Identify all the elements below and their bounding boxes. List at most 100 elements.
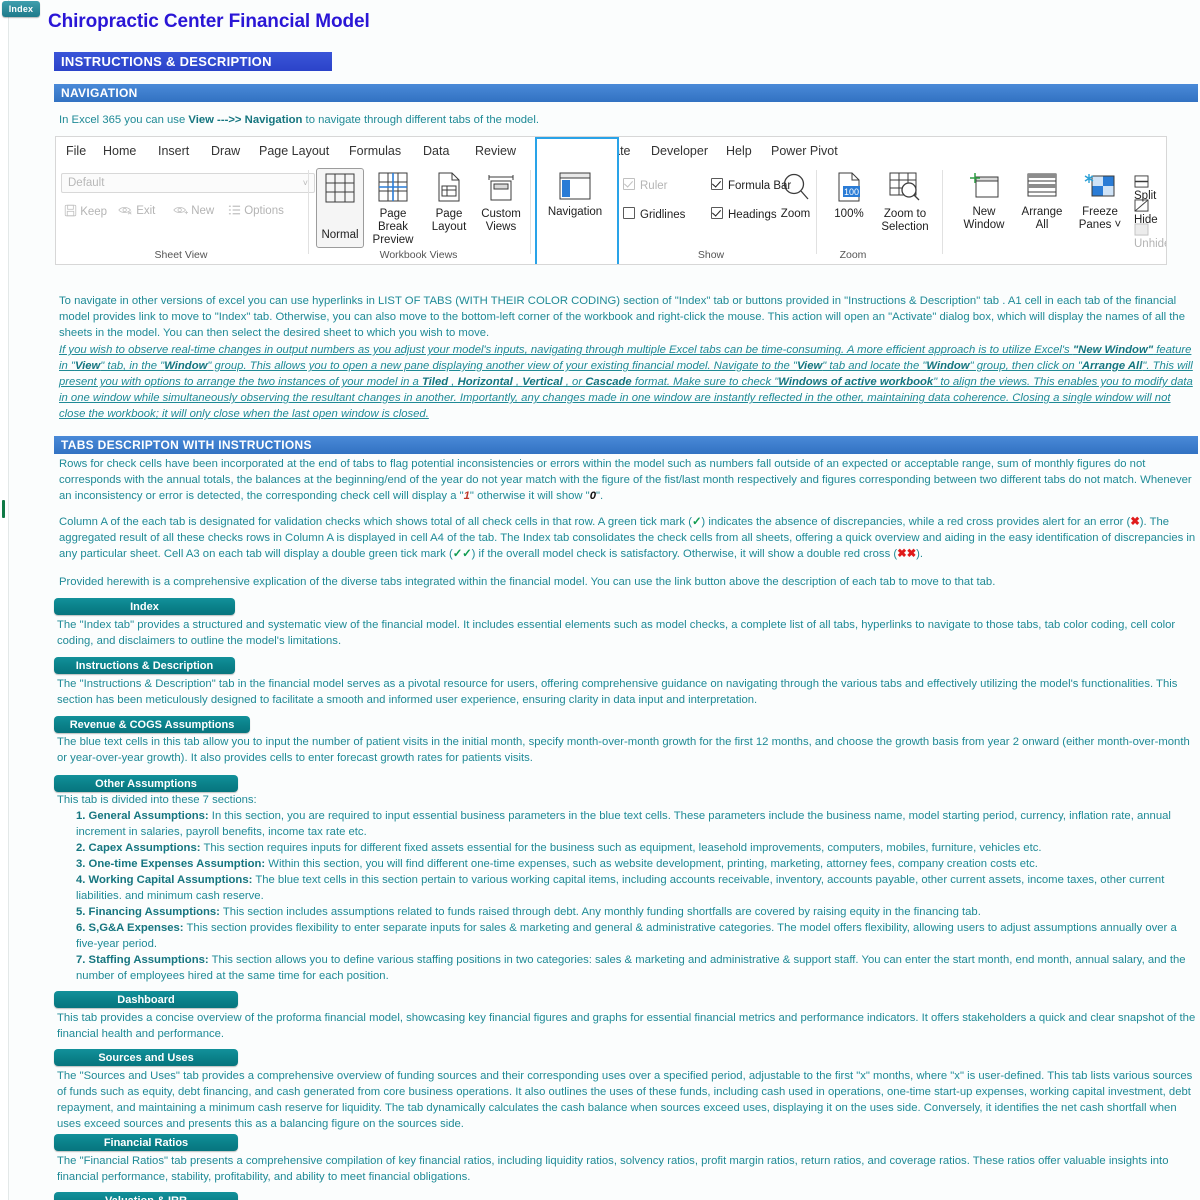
tabs-description-paragraph-1: Rows for check cells have been incorpora… bbox=[59, 456, 1199, 504]
workbook-views-custom-views-button[interactable]: Custom Views bbox=[476, 172, 526, 234]
tab-description-index: The "Index tab" provides a structured an… bbox=[57, 619, 1176, 647]
unhide-icon bbox=[1134, 223, 1149, 236]
workbook-views-group-label: Workbook Views bbox=[379, 249, 458, 261]
sheet-view-combo-value: Default bbox=[68, 177, 105, 189]
tab-link-label-valuation-irr: Valuation & IRR bbox=[105, 1195, 187, 1200]
ribbon-tab-page-layout[interactable]: Page Layout bbox=[252, 139, 336, 162]
ribbon-tab-draw[interactable]: Draw bbox=[204, 139, 247, 162]
tab-link-button-revenue-cogs[interactable]: Revenue & COGS Assumptions bbox=[54, 716, 250, 733]
tab-description-financial-ratios: The "Financial Ratios" tab presents a co… bbox=[57, 1155, 1169, 1183]
workbook-views-page-break-preview-button[interactable]: Page Break Preview bbox=[364, 172, 422, 247]
section-heading-navigation: NAVIGATION bbox=[54, 84, 1198, 102]
ribbon-tab-formulas[interactable]: Formulas bbox=[342, 139, 408, 162]
ribbon-divider-2 bbox=[530, 170, 531, 254]
green-double-tick-icon: ✓✓ bbox=[452, 548, 472, 560]
navigation-button[interactable]: Navigation bbox=[540, 172, 610, 219]
ribbon-tab-help[interactable]: Help bbox=[719, 139, 759, 162]
other-assumptions-section: 6. S,G&A Expenses: This section provides… bbox=[76, 920, 1196, 952]
navigation-intro-suffix: to navigate through different tabs of th… bbox=[302, 114, 539, 126]
new-window-button[interactable]: New Window bbox=[956, 172, 1012, 232]
validation-check-green-tick bbox=[2, 500, 5, 518]
other-assumptions-section: 7. Staffing Assumptions: This section al… bbox=[76, 952, 1196, 984]
sheet-view-exit-label: Exit bbox=[136, 205, 156, 217]
sheet-view-keep-button[interactable]: Keep bbox=[64, 204, 107, 219]
tab-link-button-financial-ratios[interactable]: Financial Ratios bbox=[54, 1134, 238, 1151]
zoom-to-selection-button[interactable]: Zoom to Selection bbox=[874, 172, 936, 234]
tab-description-dashboard: This tab provides a concise overview of … bbox=[57, 1012, 1196, 1040]
section-heading-tabs-description-label: TABS DESCRIPTON WITH INSTRUCTIONS bbox=[61, 438, 312, 452]
other-assumptions-section-title: 6. S,G&A Expenses: bbox=[76, 922, 184, 934]
svg-text:100: 100 bbox=[844, 187, 859, 197]
tabs-desc-p2-a: Column A of the each tab is designated f… bbox=[59, 516, 692, 528]
checkbox-icon bbox=[623, 178, 635, 190]
navigation-paragraph-2: If you wish to observe real-time changes… bbox=[59, 342, 1199, 422]
nav-para2-run-9: Window bbox=[926, 360, 970, 372]
tab-description-instructions: The "Instructions & Description" tab in … bbox=[57, 678, 1178, 706]
tab-link-button-valuation-irr[interactable]: Valuation & IRR bbox=[54, 1192, 238, 1200]
sheet-view-exit-button[interactable]: Exit bbox=[118, 204, 155, 218]
new-window-label: New Window bbox=[963, 206, 1005, 231]
arrange-all-button[interactable]: Arrange All bbox=[1014, 172, 1070, 232]
other-assumptions-section-body: This section includes assumptions relate… bbox=[219, 906, 981, 918]
workbook-views-page-layout-button[interactable]: Page Layout bbox=[426, 172, 472, 234]
sheet-view-new-button[interactable]: New bbox=[173, 204, 214, 218]
tab-description-other-assumptions-intro: This tab is divided into these 7 section… bbox=[57, 794, 257, 806]
ribbon-tab-home[interactable]: Home bbox=[96, 139, 143, 162]
ribbon-tab-review[interactable]: Review bbox=[468, 139, 523, 162]
zoom-button[interactable]: Zoom bbox=[768, 172, 823, 221]
other-assumptions-section-list: 1. General Assumptions: In this section,… bbox=[76, 808, 1196, 984]
sheet-view-options-button[interactable]: Options bbox=[228, 204, 284, 218]
zoom-100-icon: 100 bbox=[838, 172, 860, 202]
tab-link-button-dashboard[interactable]: Dashboard bbox=[54, 991, 238, 1008]
tab-link-label-instructions: Instructions & Description bbox=[75, 659, 214, 672]
checkbox-icon bbox=[623, 207, 635, 219]
ribbon-tab-power-pivot[interactable]: Power Pivot bbox=[764, 139, 845, 162]
other-assumptions-section-title: 2. Capex Assumptions: bbox=[76, 842, 201, 854]
tabs-desc-p1-b: " otherwise it will show " bbox=[469, 490, 590, 502]
sheet-view-keep-label: Keep bbox=[80, 206, 108, 218]
tab-link-label-dashboard: Dashboard bbox=[117, 993, 175, 1006]
ribbon-tab-data[interactable]: Data bbox=[416, 139, 456, 162]
unhide-button[interactable]: Unhide bbox=[1134, 223, 1166, 251]
ribbon-tab-developer[interactable]: Developer bbox=[644, 139, 715, 162]
index-tab-link-button[interactable]: Index bbox=[2, 1, 40, 17]
tab-link-label-financial-ratios: Financial Ratios bbox=[103, 1136, 189, 1149]
custom-views-icon bbox=[488, 175, 514, 201]
checkbox-icon bbox=[711, 207, 723, 219]
worksheet-canvas: Index Chiropractic Center Financial Mode… bbox=[0, 0, 1200, 1200]
nav-para2-run-18: , or bbox=[562, 376, 586, 388]
nav-para2-run-14: , bbox=[448, 376, 458, 388]
tabs-desc-p1-c: ". bbox=[596, 490, 604, 502]
other-assumptions-section-body: This section allows you to define variou… bbox=[76, 954, 1186, 982]
zoom-100-button[interactable]: 100 100% bbox=[824, 172, 874, 221]
tabs-desc-p2-d: ) if the overall model check is satisfac… bbox=[471, 548, 898, 560]
tab-link-button-index[interactable]: Index bbox=[54, 598, 235, 615]
tab-description-sources-uses: The "Sources and Uses" tab provides a co… bbox=[57, 1070, 1193, 1130]
tab-link-button-sources-uses[interactable]: Sources and Uses bbox=[54, 1049, 238, 1066]
show-headings-checkbox[interactable]: Headings bbox=[711, 207, 777, 222]
nav-para2-run-15: Horizontal bbox=[457, 376, 513, 388]
tab-link-button-other-assumptions[interactable]: Other Assumptions bbox=[54, 775, 238, 792]
navigation-button-label: Navigation bbox=[547, 206, 603, 218]
tab-link-button-instructions[interactable]: Instructions & Description bbox=[54, 657, 235, 674]
sheet-view-combo[interactable]: Default ˅ bbox=[61, 173, 315, 193]
nav-para2-run-8: " tab and locate the " bbox=[822, 360, 927, 372]
page-layout-label: Page Layout bbox=[431, 208, 467, 233]
nav-para2-run-11: Arrange All bbox=[1081, 360, 1143, 372]
other-assumptions-section-body: This section provides flexibility to ent… bbox=[76, 922, 1177, 950]
workbook-views-normal-button[interactable]: Normal bbox=[316, 168, 364, 248]
other-assumptions-section: 3. One-time Expenses Assumption: Within … bbox=[76, 856, 1196, 872]
other-assumptions-section-title: 3. One-time Expenses Assumption: bbox=[76, 858, 266, 870]
ribbon-tab-insert[interactable]: Insert bbox=[151, 139, 196, 162]
freeze-panes-button[interactable]: Freeze Panes ˅ bbox=[1072, 172, 1128, 232]
nav-para2-run-3: View bbox=[74, 360, 101, 372]
eye-exit-icon bbox=[118, 207, 132, 215]
hide-icon bbox=[1134, 199, 1149, 212]
tabs-description-paragraph-3: Provided herewith is a comprehensive exp… bbox=[59, 576, 996, 588]
nav-para2-run-10: " group, then click on " bbox=[969, 360, 1082, 372]
show-ruler-checkbox[interactable]: Ruler bbox=[623, 178, 667, 193]
ribbon-tab-file[interactable]: File bbox=[59, 139, 93, 162]
show-gridlines-checkbox[interactable]: Gridlines bbox=[623, 207, 685, 222]
show-ruler-label: Ruler bbox=[640, 180, 668, 192]
sheet-view-group-label: Sheet View bbox=[154, 249, 208, 261]
